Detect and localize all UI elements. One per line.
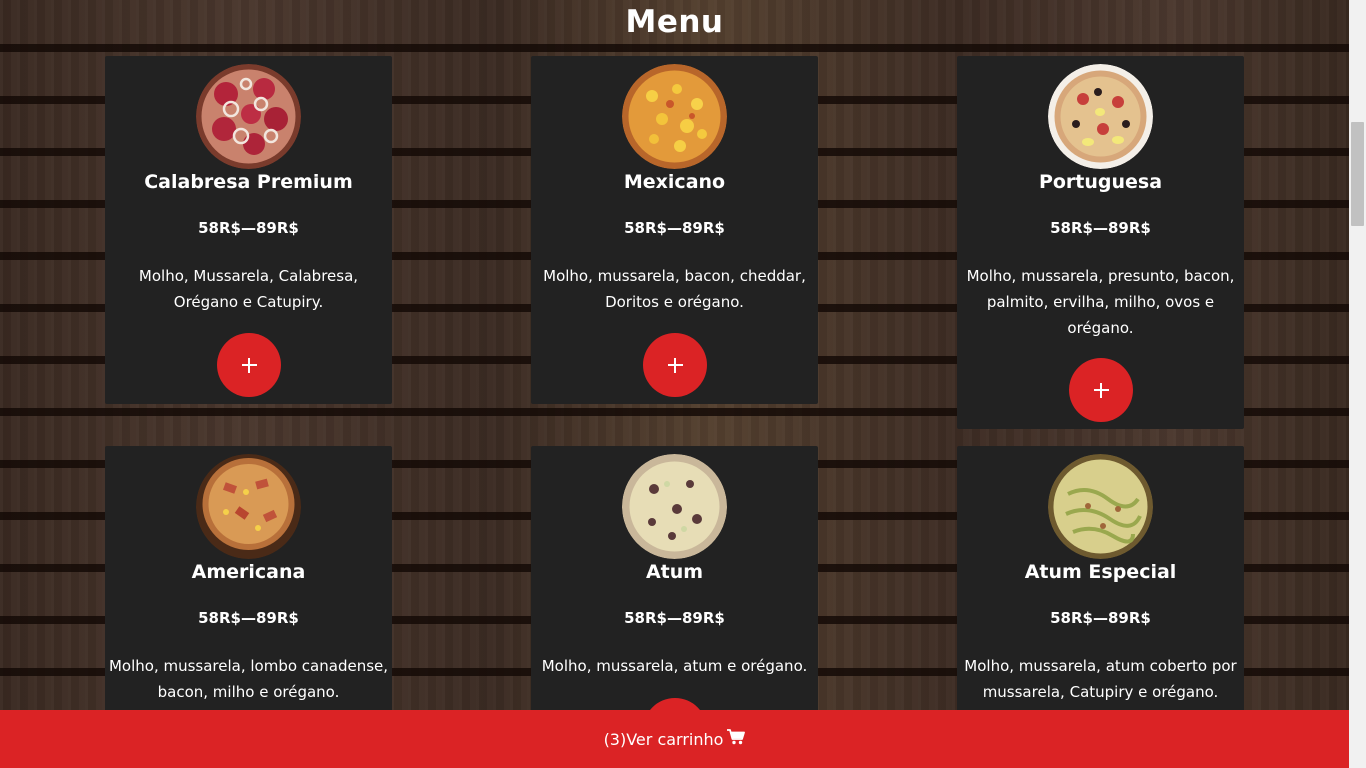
product-name: Portuguesa [1038,171,1163,193]
product-name: Mexicano [623,171,726,193]
product-price: 58R$—89R$ [198,219,299,237]
product-price: 58R$—89R$ [624,219,725,237]
page-viewport: Menu Calabresa Premium 58R$—89R$ Molho, [0,0,1349,768]
product-card-atum: Atum 58R$—89R$ Molho, mussarela, atum e … [531,446,818,762]
page-scrollbar[interactable] [1349,0,1366,768]
product-description: Molho, mussarela, lombo canadense, bacon… [108,657,389,701]
product-price: 58R$—89R$ [198,609,299,627]
pizza-calabresa-image [196,64,301,169]
pizza-portuguesa-image [1048,64,1153,169]
pizza-atum-image [622,454,727,559]
add-to-cart-button[interactable] [217,333,281,397]
add-to-cart-button[interactable] [643,333,707,397]
product-card-portuguesa: Portuguesa 58R$—89R$ Molho, mussarela, p… [957,56,1244,429]
product-name: Atum [645,561,704,583]
pizza-atum-especial-image [1048,454,1153,559]
add-to-cart-button[interactable] [1069,358,1133,422]
product-price: 58R$—89R$ [624,609,725,627]
product-price: 58R$—89R$ [1050,219,1151,237]
product-name: Atum Especial [1024,561,1177,583]
view-cart-button[interactable]: (3)Ver carrinho [0,710,1349,768]
shopping-cart-icon [727,729,746,749]
view-cart-label: (3)Ver carrinho [603,729,724,749]
product-name: Americana [191,561,306,583]
product-description: Molho, mussarela, atum e orégano. [541,657,808,675]
product-card-mexicano: Mexicano 58R$—89R$ Molho, mussarela, bac… [531,56,818,404]
product-card-calabresa-premium: Calabresa Premium 58R$—89R$ Molho, Mussa… [105,56,392,404]
product-name: Calabresa Premium [144,171,353,193]
product-description: Molho, Mussarela, Calabresa, Orégano e C… [138,267,359,311]
product-price: 58R$—89R$ [1050,609,1151,627]
pizza-mexicano-image [622,64,727,169]
product-description: Molho, mussarela, bacon, cheddar, Dorito… [543,267,806,311]
product-description: Molho, mussarela, atum coberto por mussa… [964,657,1237,701]
pizza-americana-image [196,454,301,559]
product-description: Molho, mussarela, presunto, bacon, palmi… [966,267,1235,337]
product-card-americana: Americana 58R$—89R$ Molho, mussarela, lo… [105,446,392,746]
page-title: Menu [625,4,724,40]
scrollbar-thumb[interactable] [1351,122,1364,226]
product-card-atum-especial: Atum Especial 58R$—89R$ Molho, mussarela… [957,446,1244,746]
